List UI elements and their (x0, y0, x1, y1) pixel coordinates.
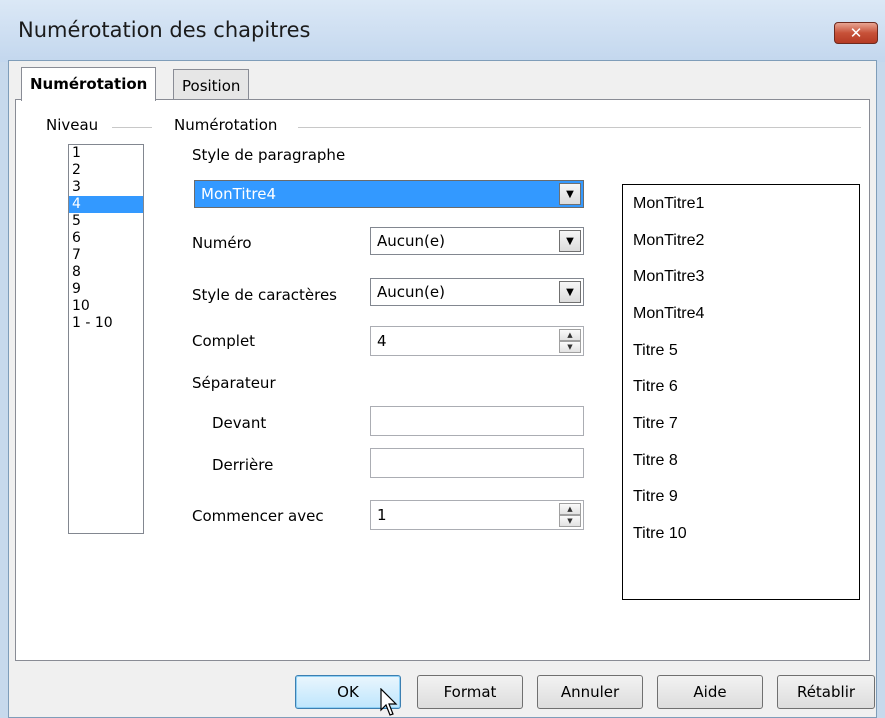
spin-up-icon[interactable]: ▲ (559, 503, 581, 515)
level-item-all[interactable]: 1 - 10 (69, 315, 143, 332)
level-item-7[interactable]: 7 (69, 247, 143, 264)
complete-label: Complet (192, 332, 256, 350)
before-field[interactable] (370, 406, 584, 436)
number-value: Aucun(e) (377, 232, 445, 250)
paragraph-style-label: Style de paragraphe (192, 146, 346, 164)
before-label: Devant (212, 414, 267, 432)
tab-position[interactable]: Position (173, 69, 250, 101)
format-button[interactable]: Format (417, 675, 523, 709)
start-spinbox[interactable]: 1 ▲ ▼ (370, 500, 584, 530)
chevron-down-icon[interactable]: ▼ (559, 281, 581, 303)
char-style-combo[interactable]: Aucun(e) ▼ (370, 278, 584, 306)
start-value: 1 (377, 506, 387, 524)
tab-panel: Niveau 1 2 3 4 5 6 7 8 9 10 1 - 10 Numér… (15, 99, 870, 661)
chevron-down-icon[interactable]: ▼ (559, 230, 581, 252)
after-label: Derrière (212, 456, 274, 474)
numbering-group-line (298, 127, 861, 128)
level-group-line (112, 127, 152, 128)
preview-item: Titre 8 (633, 452, 678, 469)
number-combo[interactable]: Aucun(e) ▼ (370, 227, 584, 255)
help-button[interactable]: Aide (657, 675, 763, 709)
paragraph-style-value: MonTitre4 (201, 185, 276, 203)
spin-down-icon[interactable]: ▼ (559, 515, 581, 527)
spin-down-icon[interactable]: ▼ (559, 341, 581, 353)
level-item-1[interactable]: 1 (69, 145, 143, 162)
complete-spinbox[interactable]: 4 ▲ ▼ (370, 326, 584, 356)
complete-value: 4 (377, 332, 387, 350)
level-listbox[interactable]: 1 2 3 4 5 6 7 8 9 10 1 - 10 (68, 144, 144, 534)
separator-label: Séparateur (192, 374, 276, 392)
level-item-3[interactable]: 3 (69, 179, 143, 196)
spin-up-icon[interactable]: ▲ (559, 329, 581, 341)
preview-box: MonTitre1 MonTitre2 MonTitre3 MonTitre4 … (622, 184, 860, 600)
preview-item: MonTitre4 (633, 305, 705, 322)
level-item-8[interactable]: 8 (69, 264, 143, 281)
level-item-9[interactable]: 9 (69, 281, 143, 298)
close-button[interactable]: ✕ (834, 22, 878, 44)
level-item-6[interactable]: 6 (69, 230, 143, 247)
preview-item: Titre 7 (633, 415, 678, 432)
after-field[interactable] (370, 448, 584, 478)
paragraph-style-combo[interactable]: MonTitre4 ▼ (194, 180, 584, 208)
dialog-body: Numérotation Position Niveau 1 2 3 4 5 6… (8, 60, 877, 718)
char-style-label: Style de caractères (192, 286, 337, 304)
level-item-4[interactable]: 4 (69, 196, 143, 213)
preview-item: Titre 6 (633, 378, 678, 395)
title-bar: Numérotation des chapitres ✕ (0, 0, 885, 62)
close-icon: ✕ (849, 24, 863, 42)
level-item-5[interactable]: 5 (69, 213, 143, 230)
char-style-value: Aucun(e) (377, 283, 445, 301)
level-group-label: Niveau (44, 116, 101, 134)
preview-item: MonTitre3 (633, 268, 705, 285)
chevron-down-icon[interactable]: ▼ (559, 183, 581, 205)
number-label: Numéro (192, 234, 252, 252)
preview-item: Titre 9 (633, 488, 678, 505)
preview-item: MonTitre1 (633, 195, 705, 212)
cancel-button[interactable]: Annuler (537, 675, 643, 709)
start-spin-buttons[interactable]: ▲ ▼ (559, 503, 581, 527)
level-item-2[interactable]: 2 (69, 162, 143, 179)
window-title: Numérotation des chapitres (18, 18, 311, 42)
tab-numerotation[interactable]: Numérotation (21, 67, 157, 101)
preview-item: Titre 5 (633, 342, 678, 359)
numbering-group-label: Numérotation (172, 116, 280, 134)
complete-spin-buttons[interactable]: ▲ ▼ (559, 329, 581, 353)
preview-item: MonTitre2 (633, 232, 705, 249)
mouse-pointer-icon (380, 688, 398, 716)
preview-item: Titre 10 (633, 525, 687, 542)
reset-button[interactable]: Rétablir (777, 675, 875, 709)
level-item-10[interactable]: 10 (69, 298, 143, 315)
start-label: Commencer avec (192, 507, 324, 525)
